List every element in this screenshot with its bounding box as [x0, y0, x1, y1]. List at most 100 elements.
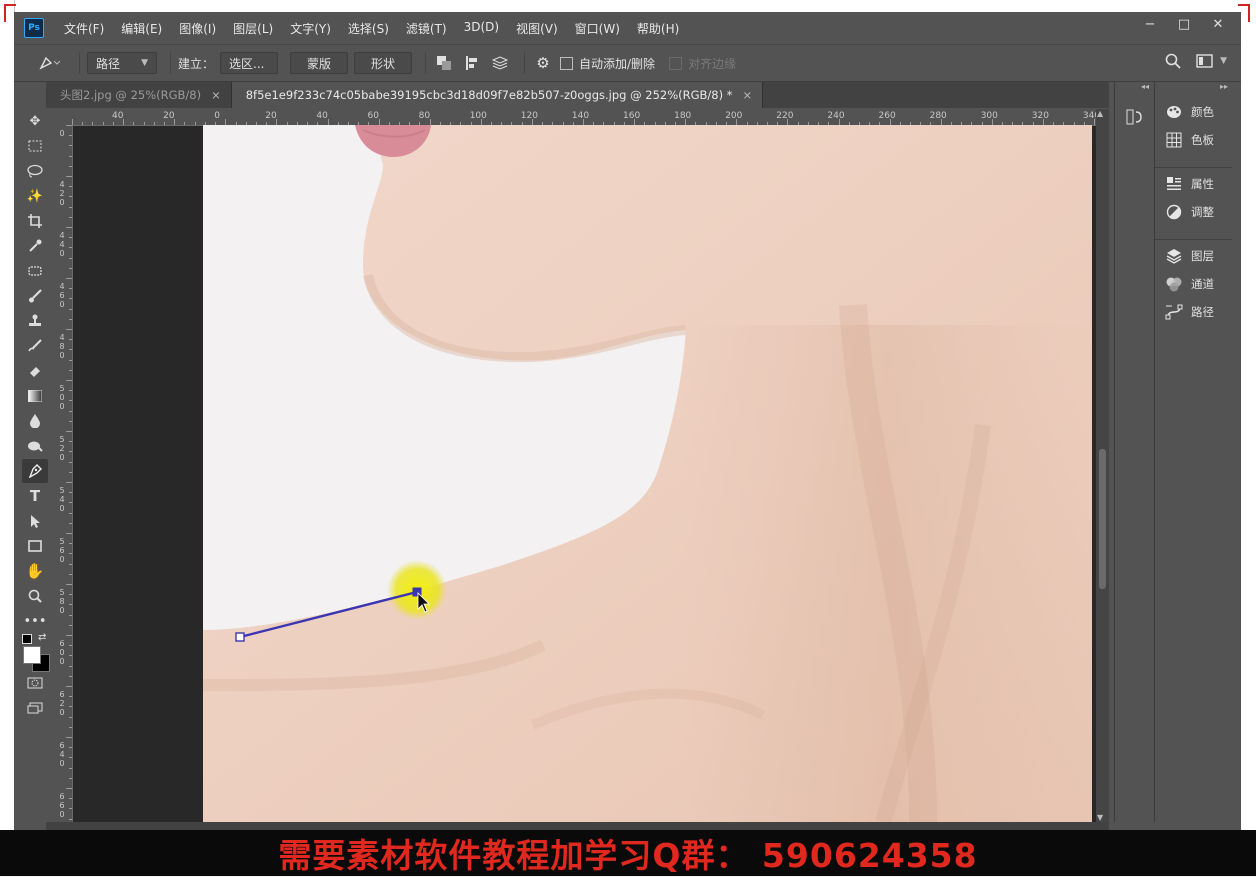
menu-item[interactable]: 文字(Y): [290, 20, 331, 37]
palette-icon: [1165, 103, 1183, 121]
properties-icon: [1165, 175, 1183, 193]
vertical-ruler[interactable]: 0 420 440 460 480 500 520 540 560 580 600 620 640 660…: [56, 125, 73, 825]
rectangle-tool-icon[interactable]: [22, 534, 48, 558]
path-alignment-icon[interactable]: [461, 52, 483, 74]
ruler-tick: [69, 798, 72, 800]
menu-item[interactable]: 帮助(H): [637, 20, 679, 37]
menu-item[interactable]: 窗口(W): [575, 20, 620, 37]
ruler-tick: [69, 665, 72, 667]
history-brush-tool-icon[interactable]: [22, 334, 48, 358]
quick-mask-icon[interactable]: [22, 671, 48, 695]
ruler-tick: [1094, 119, 1095, 125]
path-arrangement-icon[interactable]: [489, 52, 511, 74]
ruler-tick: [66, 380, 72, 381]
ruler-tick: [69, 451, 72, 453]
tab-document-1[interactable]: 头图2.jpg @ 25%(RGB/8) ×: [46, 82, 232, 108]
menu-item[interactable]: 图层(L): [233, 20, 273, 37]
menu-item[interactable]: 图像(I): [179, 20, 216, 37]
blur-tool-icon[interactable]: [22, 409, 48, 433]
menu-item[interactable]: 3D(D): [464, 20, 499, 37]
ruler-tick-label: 280: [929, 111, 947, 121]
swap-colors-icon[interactable]: ⇄: [38, 632, 46, 643]
make-selection-button[interactable]: 选区...: [220, 52, 279, 74]
menu-item[interactable]: 文件(F): [64, 20, 104, 37]
anchor-point[interactable]: [235, 632, 245, 642]
ruler-tick-label: 420: [59, 180, 65, 207]
eraser-tool-icon[interactable]: [22, 359, 48, 383]
document-canvas[interactable]: [203, 125, 1092, 822]
panel-color[interactable]: 颜色: [1155, 98, 1232, 126]
panel-group-divider: [1155, 154, 1232, 168]
marquee-tool-icon[interactable]: [22, 134, 48, 158]
crop-tool-icon[interactable]: [22, 209, 48, 233]
ruler-tick: [69, 522, 72, 524]
app-logo-icon: Ps: [24, 18, 44, 38]
menu-item[interactable]: 编辑(E): [121, 20, 162, 37]
scroll-thumb[interactable]: [1099, 449, 1106, 589]
zoom-tool-icon[interactable]: [22, 584, 48, 608]
collapse-arrows-icon[interactable]: ◂◂: [1115, 82, 1153, 92]
tab-close-icon[interactable]: ×: [743, 88, 753, 102]
screen-mode-icon[interactable]: [22, 696, 48, 720]
canvas-vertical-scrollbar[interactable]: ▲ ▼: [1096, 109, 1109, 822]
lasso-tool-icon[interactable]: [22, 159, 48, 183]
menu-item[interactable]: 视图(V): [516, 20, 558, 37]
ruler-tick: [69, 543, 72, 545]
ruler-tick: [69, 257, 72, 259]
minimize-button[interactable]: −: [1133, 17, 1167, 32]
panel-channels[interactable]: 通道: [1155, 270, 1232, 298]
make-mask-button[interactable]: 蒙版: [290, 52, 349, 74]
history-panel-icon[interactable]: [1123, 106, 1145, 128]
tab-document-2[interactable]: 8f5e1e9f233c74c05babe39195cbc3d18d09f7e8…: [231, 82, 764, 108]
tab-close-icon[interactable]: ×: [211, 88, 221, 102]
clone-stamp-tool-icon[interactable]: [22, 309, 48, 333]
workspace-switcher[interactable]: ▼: [1196, 53, 1227, 69]
panel-layers[interactable]: 图层: [1155, 242, 1232, 270]
photoshop-window: Ps 文件(F) 编辑(E) 图像(I) 图层(L) 文字(Y) 选择(S) 滤镜(T) 3D…: [14, 12, 1241, 830]
menu-list: 文件(F) 编辑(E) 图像(I) 图层(L) 文字(Y) 选择(S) 滤镜(T) 3D(D)…: [64, 20, 696, 37]
panel-properties[interactable]: 属性: [1155, 170, 1232, 198]
path-operations-icon[interactable]: [433, 52, 455, 74]
pen-tool-icon[interactable]: [22, 459, 48, 483]
mode-select[interactable]: 路径 ▼: [87, 52, 157, 74]
healing-brush-tool-icon[interactable]: [22, 259, 48, 283]
menu-item[interactable]: 选择(S): [348, 20, 389, 37]
panel-adjustments[interactable]: 调整: [1155, 198, 1232, 226]
more-tools-icon[interactable]: •••: [22, 609, 48, 633]
ruler-corner[interactable]: [56, 109, 72, 125]
ruler-tick: [69, 777, 72, 779]
magic-wand-tool-icon[interactable]: ✨: [22, 184, 48, 208]
path-selection-tool-icon[interactable]: [22, 509, 48, 533]
scroll-down-icon[interactable]: ▼: [1097, 813, 1103, 822]
ruler-tick: [69, 675, 72, 677]
eyedropper-tool-icon[interactable]: [22, 234, 48, 258]
auto-add-delete-checkbox[interactable]: [560, 56, 574, 70]
maximize-button[interactable]: □: [1167, 17, 1201, 32]
ruler-tick: [66, 737, 72, 738]
close-button[interactable]: ✕: [1201, 17, 1235, 32]
collapse-arrows-icon[interactable]: ▸▸: [1155, 82, 1232, 92]
search-icon[interactable]: [1165, 53, 1181, 72]
gear-icon[interactable]: ⚙: [532, 52, 554, 74]
panel-paths[interactable]: 路径: [1155, 298, 1232, 326]
make-shape-button[interactable]: 形状: [354, 52, 413, 74]
brush-tool-icon[interactable]: [22, 284, 48, 308]
align-edges-checkbox[interactable]: [669, 56, 683, 70]
auto-add-delete-label: 自动添加/删除: [579, 56, 656, 71]
scroll-up-icon[interactable]: ▲: [1097, 109, 1103, 118]
tool-preset-picker[interactable]: [32, 52, 66, 74]
type-tool-icon[interactable]: T: [22, 484, 48, 508]
gradient-tool-icon[interactable]: [22, 384, 48, 408]
foreground-color-swatch[interactable]: [23, 646, 41, 664]
move-tool-icon[interactable]: ✥: [22, 109, 48, 133]
hand-tool-icon[interactable]: ✋: [22, 559, 48, 583]
menu-item[interactable]: 滤镜(T): [406, 20, 447, 37]
ruler-tick: [133, 122, 135, 125]
default-colors-icon[interactable]: [22, 634, 32, 644]
dodge-tool-icon[interactable]: [22, 434, 48, 458]
panel-swatches[interactable]: 色板: [1155, 126, 1232, 154]
horizontal-ruler[interactable]: 40 20 0 20 40 60 80 100 120 140 160 180 200 220 240 260…: [72, 109, 1097, 126]
ruler-tick-label: 20: [163, 111, 175, 121]
ruler-tick-label: 180: [674, 111, 692, 121]
tools-panel: ✥ ✨ T ✋ ••• ⇄: [20, 108, 50, 808]
